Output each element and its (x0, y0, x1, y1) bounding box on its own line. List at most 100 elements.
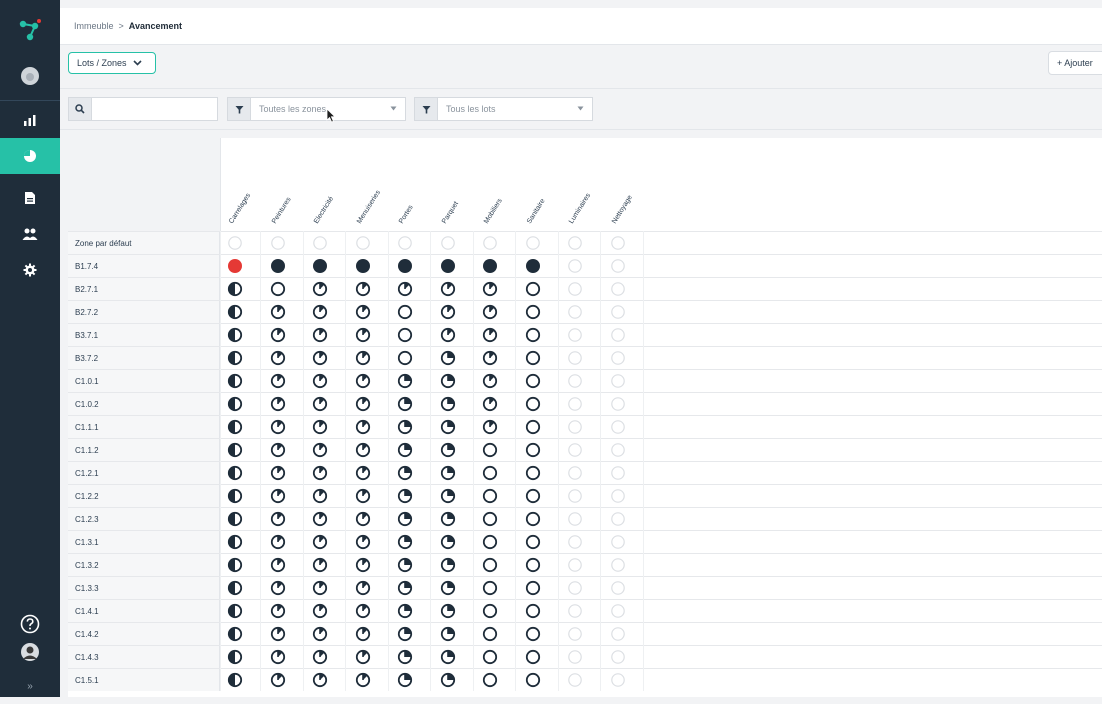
progress-status-icon[interactable] (312, 672, 328, 688)
progress-status-icon[interactable] (312, 488, 328, 504)
progress-status-icon[interactable] (312, 603, 328, 619)
search-input[interactable] (92, 97, 218, 121)
progress-status-icon[interactable] (270, 350, 286, 366)
progress-status-icon[interactable] (610, 304, 626, 320)
progress-status-icon[interactable] (567, 511, 583, 527)
progress-status-icon[interactable] (567, 603, 583, 619)
progress-status-icon[interactable] (355, 442, 371, 458)
progress-status-icon[interactable] (567, 396, 583, 412)
progress-status-icon[interactable] (440, 580, 456, 596)
document-icon[interactable] (0, 180, 60, 216)
progress-status-icon[interactable] (227, 396, 243, 412)
row-label[interactable]: C1.2.3 (68, 508, 220, 530)
progress-status-icon[interactable] (227, 419, 243, 435)
progress-status-icon[interactable] (397, 626, 413, 642)
progress-status-icon[interactable] (397, 327, 413, 343)
expand-icon[interactable]: » (0, 668, 60, 704)
progress-status-icon[interactable] (440, 281, 456, 297)
progress-status-icon[interactable] (525, 304, 541, 320)
progress-status-icon[interactable] (227, 373, 243, 389)
progress-status-icon[interactable] (482, 603, 498, 619)
progress-status-icon[interactable] (355, 488, 371, 504)
progress-status-icon[interactable] (312, 419, 328, 435)
progress-status-icon[interactable] (355, 672, 371, 688)
progress-status-icon[interactable] (610, 235, 626, 251)
row-label[interactable]: C1.2.2 (68, 485, 220, 507)
progress-status-icon[interactable] (567, 350, 583, 366)
progress-status-icon[interactable] (355, 235, 371, 251)
progress-status-icon[interactable] (397, 649, 413, 665)
progress-status-icon[interactable] (525, 626, 541, 642)
progress-status-icon[interactable] (355, 304, 371, 320)
progress-status-icon[interactable] (312, 258, 328, 274)
progress-status-icon[interactable] (397, 534, 413, 550)
progress-status-icon[interactable] (227, 534, 243, 550)
progress-status-icon[interactable] (355, 465, 371, 481)
progress-status-icon[interactable] (397, 557, 413, 573)
row-label[interactable]: B2.7.1 (68, 278, 220, 300)
progress-status-icon[interactable] (312, 580, 328, 596)
progress-status-icon[interactable] (525, 442, 541, 458)
row-label[interactable]: C1.3.2 (68, 554, 220, 576)
progress-status-icon[interactable] (610, 603, 626, 619)
progress-status-icon[interactable] (567, 235, 583, 251)
progress-status-icon[interactable] (397, 442, 413, 458)
logo-icon[interactable] (0, 12, 60, 48)
progress-status-icon[interactable] (270, 603, 286, 619)
progress-status-icon[interactable] (397, 580, 413, 596)
row-label[interactable]: C1.0.2 (68, 393, 220, 415)
progress-status-icon[interactable] (525, 672, 541, 688)
progress-status-icon[interactable] (610, 465, 626, 481)
progress-status-icon[interactable] (270, 258, 286, 274)
view-select-dropdown[interactable]: Lots / Zones (68, 52, 156, 74)
progress-status-icon[interactable] (567, 626, 583, 642)
progress-status-icon[interactable] (355, 534, 371, 550)
progress-status-icon[interactable] (610, 373, 626, 389)
users-icon[interactable] (0, 216, 60, 252)
progress-status-icon[interactable] (525, 327, 541, 343)
progress-status-icon[interactable] (525, 419, 541, 435)
progress-status-icon[interactable] (440, 304, 456, 320)
progress-status-icon[interactable] (312, 557, 328, 573)
progress-status-icon[interactable] (227, 258, 243, 274)
progress-status-icon[interactable] (397, 488, 413, 504)
progress-status-icon[interactable] (482, 419, 498, 435)
progress-status-icon[interactable] (482, 488, 498, 504)
progress-status-icon[interactable] (610, 649, 626, 665)
progress-status-icon[interactable] (227, 580, 243, 596)
progress-status-icon[interactable] (567, 488, 583, 504)
progress-status-icon[interactable] (525, 488, 541, 504)
progress-status-icon[interactable] (482, 442, 498, 458)
progress-status-icon[interactable] (270, 580, 286, 596)
progress-status-icon[interactable] (227, 327, 243, 343)
progress-status-icon[interactable] (312, 442, 328, 458)
progress-status-icon[interactable] (567, 534, 583, 550)
progress-status-icon[interactable] (270, 419, 286, 435)
row-label[interactable]: C1.4.3 (68, 646, 220, 668)
progress-status-icon[interactable] (525, 235, 541, 251)
progress-status-icon[interactable] (440, 373, 456, 389)
progress-status-icon[interactable] (482, 557, 498, 573)
progress-status-icon[interactable] (440, 327, 456, 343)
progress-status-icon[interactable] (440, 672, 456, 688)
progress-status-icon[interactable] (440, 235, 456, 251)
progress-status-icon[interactable] (397, 350, 413, 366)
search-icon[interactable] (68, 97, 92, 121)
project-avatar-icon[interactable] (0, 58, 60, 94)
progress-status-icon[interactable] (482, 235, 498, 251)
progress-status-icon[interactable] (440, 603, 456, 619)
progress-status-icon[interactable] (567, 373, 583, 389)
progress-status-icon[interactable] (525, 603, 541, 619)
progress-status-icon[interactable] (567, 465, 583, 481)
progress-status-icon[interactable] (227, 281, 243, 297)
progress-status-icon[interactable] (397, 603, 413, 619)
user-avatar-icon[interactable] (0, 634, 60, 670)
progress-status-icon[interactable] (525, 465, 541, 481)
row-label[interactable]: C1.0.1 (68, 370, 220, 392)
progress-status-icon[interactable] (440, 557, 456, 573)
progress-status-icon[interactable] (482, 373, 498, 389)
progress-status-icon[interactable] (312, 511, 328, 527)
progress-status-icon[interactable] (355, 327, 371, 343)
progress-status-icon[interactable] (525, 373, 541, 389)
progress-status-icon[interactable] (440, 350, 456, 366)
